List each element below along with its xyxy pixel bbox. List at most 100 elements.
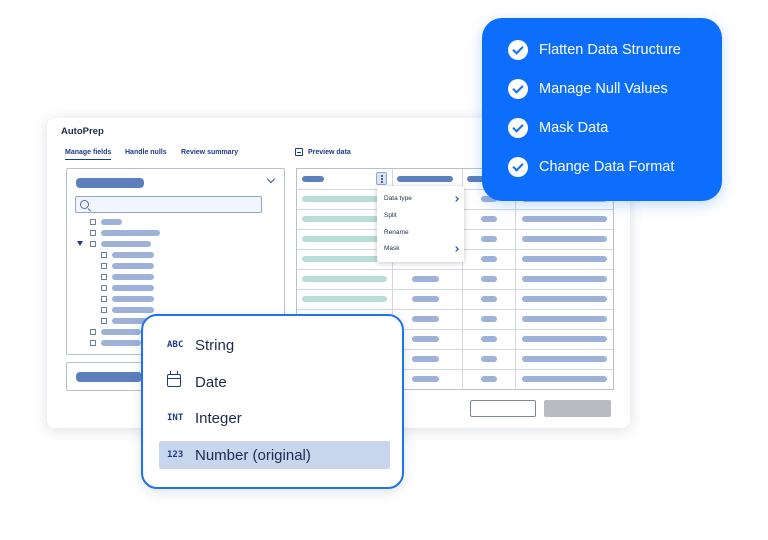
- cell: [412, 316, 439, 322]
- cell: [522, 336, 607, 342]
- feature-label: Flatten Data Structure: [539, 42, 681, 58]
- feature-item: Change Data Format: [508, 157, 674, 177]
- feature-item: Manage Null Values: [508, 79, 668, 99]
- check-circle-icon: [508, 118, 528, 138]
- feature-label: Manage Null Values: [539, 81, 668, 97]
- secondary-dropdown[interactable]: [76, 372, 142, 382]
- cell: [302, 196, 387, 202]
- field-checkbox[interactable]: [90, 329, 96, 335]
- calendar-icon: [167, 371, 181, 387]
- int-icon: INT: [167, 413, 184, 423]
- cell: [481, 256, 497, 262]
- feature-item: Flatten Data Structure: [508, 40, 681, 60]
- tab-review-summary[interactable]: Review summary: [181, 149, 238, 159]
- field-checkbox[interactable]: [90, 219, 96, 225]
- data-type-picker: ABC String Date INT Integer 123 Number (…: [141, 314, 404, 489]
- column-menu-button[interactable]: [376, 172, 387, 185]
- field-checkbox[interactable]: [101, 263, 107, 269]
- cancel-button[interactable]: [470, 400, 536, 417]
- field-name: [112, 307, 154, 313]
- cell: [481, 316, 497, 322]
- cell: [481, 236, 497, 242]
- field-name: [101, 230, 160, 236]
- tab-handle-nulls[interactable]: Handle nulls: [125, 149, 167, 159]
- search-icon: [80, 200, 89, 209]
- field-name: [112, 285, 154, 291]
- menu-item-data-type[interactable]: Data type: [384, 195, 412, 202]
- check-circle-icon: [508, 40, 528, 60]
- cell: [522, 276, 607, 282]
- field-name: [101, 340, 141, 346]
- cell: [522, 236, 607, 242]
- cell: [481, 216, 497, 222]
- field-checkbox[interactable]: [101, 274, 107, 280]
- field-name: [101, 219, 122, 225]
- preview-label: Preview data: [308, 148, 351, 156]
- field-name: [101, 329, 141, 335]
- field-checkbox[interactable]: [101, 296, 107, 302]
- tab-manage-fields[interactable]: Manage fields: [65, 149, 112, 160]
- cell: [522, 256, 607, 262]
- field-name: [112, 296, 154, 302]
- data-type-label: String: [195, 336, 235, 354]
- cell: [522, 316, 607, 322]
- field-search-input[interactable]: [75, 196, 262, 213]
- cell: [302, 296, 387, 302]
- check-circle-icon: [508, 157, 528, 177]
- preview-icon: [295, 148, 303, 156]
- expand-triangle-icon[interactable]: [77, 241, 83, 246]
- cell: [481, 276, 497, 282]
- cell: [412, 376, 439, 382]
- cell: [412, 356, 439, 362]
- field-checkbox[interactable]: [90, 340, 96, 346]
- column-header: [397, 176, 453, 182]
- chevron-down-icon[interactable]: [266, 174, 276, 184]
- cell: [302, 216, 387, 222]
- data-type-label: Date: [195, 373, 227, 391]
- menu-item-rename[interactable]: Rename: [384, 229, 409, 236]
- features-card: Flatten Data Structure Manage Null Value…: [482, 18, 722, 201]
- menu-item-split[interactable]: Split: [384, 212, 397, 219]
- column-context-menu: Data type Split Rename Mask: [377, 186, 464, 262]
- field-name: [112, 252, 154, 258]
- chevron-right-icon: [453, 196, 459, 202]
- preview-data-toggle[interactable]: Preview data: [295, 148, 351, 156]
- column-header: [302, 176, 324, 182]
- field-name: [112, 263, 154, 269]
- field-checkbox[interactable]: [101, 307, 107, 313]
- chevron-right-icon: [453, 246, 459, 252]
- feature-item: Mask Data: [508, 118, 608, 138]
- app-title: AutoPrep: [61, 126, 104, 137]
- field-checkbox[interactable]: [101, 252, 107, 258]
- apply-button[interactable]: [544, 400, 611, 417]
- cell: [522, 356, 607, 362]
- field-checkbox[interactable]: [101, 318, 107, 324]
- check-circle-icon: [508, 79, 528, 99]
- feature-label: Change Data Format: [539, 159, 675, 175]
- cell: [481, 376, 497, 382]
- cell: [302, 256, 387, 262]
- field-checkbox[interactable]: [101, 285, 107, 291]
- data-type-option-integer[interactable]: INT Integer: [159, 404, 390, 432]
- cell: [522, 296, 607, 302]
- menu-item-mask[interactable]: Mask: [384, 245, 400, 252]
- number-icon: 123: [167, 450, 184, 460]
- data-type-label: Integer: [195, 409, 242, 427]
- abc-icon: ABC: [167, 340, 184, 350]
- cell: [412, 276, 439, 282]
- data-type-option-string[interactable]: ABC String: [159, 331, 390, 359]
- cell: [302, 236, 387, 242]
- data-type-option-date[interactable]: Date: [159, 368, 390, 396]
- data-type-option-number[interactable]: 123 Number (original): [159, 441, 390, 469]
- cell: [412, 296, 439, 302]
- cell: [412, 336, 439, 342]
- data-type-label: Number (original): [195, 446, 311, 464]
- field-group-dropdown[interactable]: [76, 178, 144, 188]
- field-name: [112, 274, 154, 280]
- field-checkbox[interactable]: [90, 230, 96, 236]
- field-name: [101, 241, 151, 247]
- field-checkbox[interactable]: [90, 241, 96, 247]
- cell: [522, 376, 607, 382]
- feature-label: Mask Data: [539, 120, 609, 136]
- cell: [481, 336, 497, 342]
